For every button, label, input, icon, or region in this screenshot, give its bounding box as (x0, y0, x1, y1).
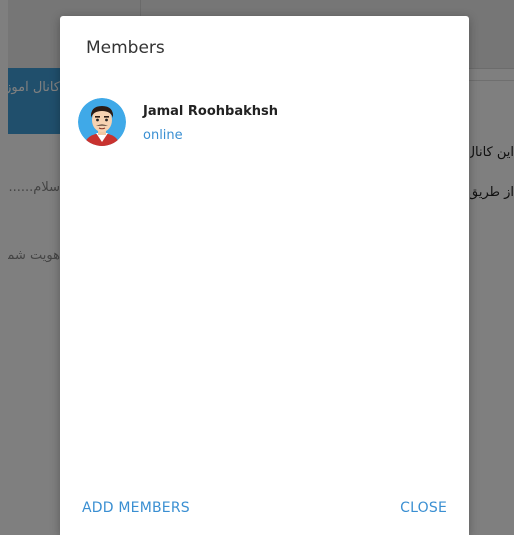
member-name: Jamal Roohbakhsh (143, 104, 279, 119)
members-dialog: Members Jamal Roohbakhsh online ADD MEMB… (60, 16, 469, 535)
member-status: online (143, 128, 183, 143)
avatar (78, 98, 126, 146)
user-avatar-icon (78, 98, 126, 146)
add-members-button[interactable]: ADD MEMBERS (78, 496, 194, 520)
dialog-title: Members (86, 38, 165, 58)
member-list-item[interactable]: Jamal Roohbakhsh online (74, 96, 454, 154)
close-button[interactable]: CLOSE (396, 496, 451, 520)
